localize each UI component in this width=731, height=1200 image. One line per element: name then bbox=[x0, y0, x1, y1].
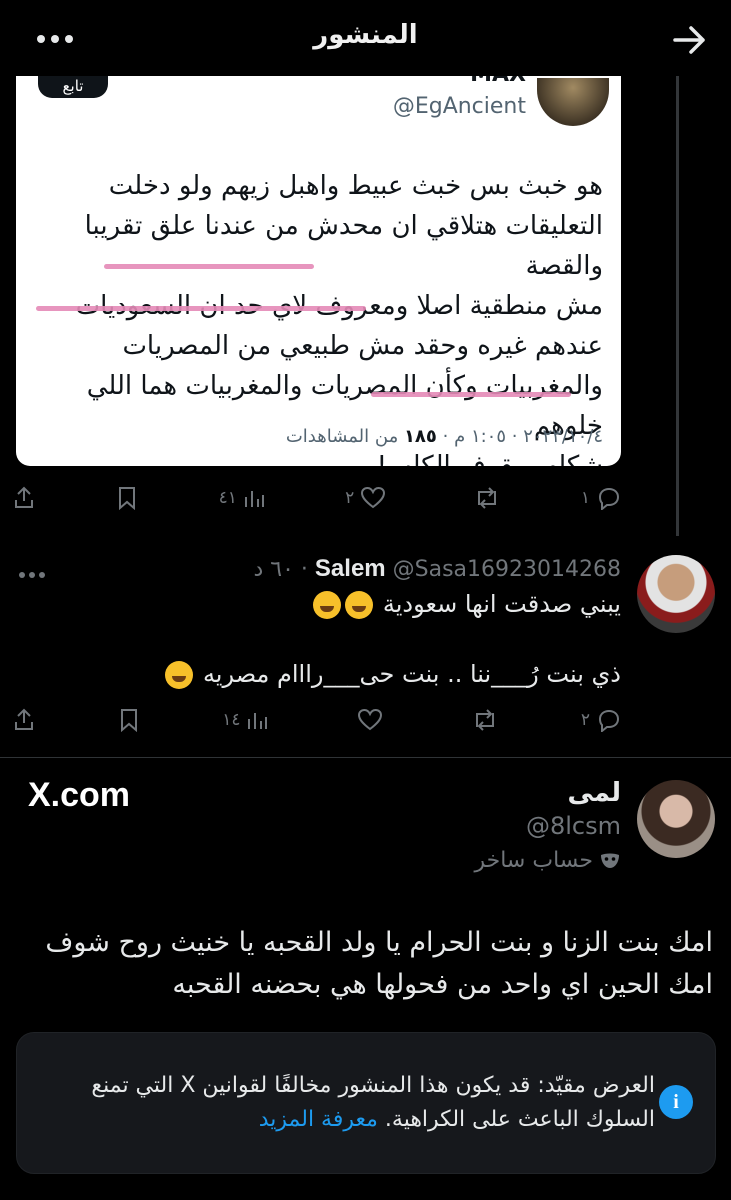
comment-icon bbox=[598, 709, 619, 732]
reply-line-2: ذي بنت رُ___ننا .. بنت حى___رااام مصريه bbox=[163, 660, 621, 689]
embedded-tweet-image[interactable]: تابع MAX @EgAncient هو خبث بس خبث عبيط و… bbox=[16, 76, 621, 466]
views-chart-icon bbox=[244, 491, 264, 507]
embedded-author-name: MAX bbox=[470, 76, 526, 87]
xcom-watermark: X.com bbox=[28, 776, 131, 814]
comment-icon bbox=[598, 487, 619, 510]
top-bar: المنشور bbox=[0, 0, 731, 76]
heart-icon bbox=[357, 708, 382, 731]
embedded-views-count: ١٨٥ bbox=[403, 426, 437, 447]
reply-button[interactable]: ١ bbox=[581, 486, 622, 510]
reply-handle-time: @Sasa16923014268 · ٦٠ د bbox=[253, 557, 622, 582]
follow-button[interactable]: تابع bbox=[38, 76, 108, 98]
like-button[interactable] bbox=[351, 708, 383, 732]
quoted-line: امك بنت الزنا و بنت الحرام يا ولد القحبه… bbox=[45, 927, 713, 958]
share-icon bbox=[15, 708, 33, 730]
share-icon bbox=[15, 486, 33, 508]
repost-button[interactable] bbox=[465, 709, 499, 731]
views-count: ٤١ bbox=[218, 488, 237, 508]
page-title: المنشور bbox=[313, 20, 418, 50]
highlight-underline bbox=[104, 264, 314, 269]
arrow-right-icon bbox=[673, 26, 705, 54]
reply-line-1: يبني صدقت انها سعودية bbox=[311, 590, 621, 619]
quoted-author-name[interactable]: لمى bbox=[568, 778, 622, 808]
parody-label-text: حساب ساخر bbox=[474, 848, 593, 873]
views-button[interactable]: ١٤ bbox=[222, 709, 268, 731]
reply-author-name[interactable]: Salem bbox=[315, 555, 386, 582]
repost-icon bbox=[477, 487, 496, 509]
thread-connector-line bbox=[676, 76, 679, 536]
quoted-post-text: امك بنت الزنا و بنت الحرام يا ولد القحبه… bbox=[13, 922, 713, 1006]
views-chart-icon bbox=[248, 713, 268, 729]
repost-button[interactable] bbox=[467, 487, 501, 509]
bookmark-button[interactable] bbox=[116, 486, 138, 510]
reply-avatar[interactable] bbox=[637, 555, 715, 633]
highlight-underline bbox=[36, 306, 366, 311]
bookmark-button[interactable] bbox=[118, 708, 140, 732]
embedded-avatar bbox=[537, 78, 609, 126]
replies-count: ٢ bbox=[580, 710, 590, 730]
reply-line-1-text: يبني صدقت انها سعودية bbox=[382, 590, 621, 618]
likes-count: ٢ bbox=[345, 488, 355, 508]
replies-count: ١ bbox=[580, 488, 590, 508]
embedded-tweet-text: هو خبث بس خبث عبيط واهبل زيهم ولو دخلت ا… bbox=[23, 166, 603, 466]
parody-label: حساب ساخر bbox=[474, 848, 621, 873]
share-button[interactable] bbox=[12, 486, 36, 510]
quoted-line: امك الحين اي واحد من فحولها هي بحضنه الق… bbox=[172, 969, 713, 1000]
embedded-line: هو خبث بس خبث عبيط واهبل زيهم ولو دخلت bbox=[108, 171, 603, 201]
quoted-author-handle: @8lcsm bbox=[525, 812, 621, 840]
reply-header: Salem @Sasa16923014268 · ٦٠ د bbox=[254, 555, 622, 583]
learn-more-link[interactable]: معرفة المزيد bbox=[259, 1107, 378, 1132]
embedded-line: عندهم غيره وحقد مش طبيعي من المصريات bbox=[122, 331, 603, 361]
reply-button[interactable]: ٢ bbox=[581, 708, 622, 732]
rofl-emoji-icon bbox=[165, 661, 194, 689]
rofl-emoji-icon bbox=[345, 591, 374, 619]
highlight-underline bbox=[371, 392, 571, 397]
like-button[interactable]: ٢ bbox=[345, 486, 386, 510]
divider bbox=[0, 757, 731, 758]
quoted-avatar[interactable] bbox=[637, 780, 715, 858]
reply-line-2-text: ذي بنت رُ___ننا .. بنت حى___رااام مصريه bbox=[202, 660, 621, 688]
info-icon[interactable]: i bbox=[659, 1085, 693, 1119]
heart-icon bbox=[361, 486, 386, 509]
reply-more-button[interactable] bbox=[18, 564, 46, 583]
share-button[interactable] bbox=[12, 708, 36, 732]
more-horizontal-icon bbox=[19, 572, 45, 578]
bookmark-icon bbox=[121, 709, 138, 732]
restriction-notice: i العرض مقيّد: قد يكون هذا المنشور مخالف… bbox=[16, 1032, 716, 1174]
views-count: ١٤ bbox=[222, 710, 241, 730]
views-button[interactable]: ٤١ bbox=[219, 487, 265, 509]
embedded-meta: ٢٠٢٣/١٠/٤ · ١:٠٥ م · ١٨٥ من المشاهدات bbox=[286, 426, 603, 447]
reply-action-bar: ١٤ ٢ bbox=[12, 700, 622, 740]
embedded-line: شكلهم يقرف الكلب! bbox=[376, 451, 603, 466]
embedded-timestamp: ٢٠٢٣/١٠/٤ · ١:٠٥ م · bbox=[436, 426, 603, 447]
bookmark-icon bbox=[119, 487, 136, 510]
back-button[interactable] bbox=[668, 20, 712, 60]
mask-icon bbox=[601, 853, 619, 868]
embedded-line: التعليقات هتلاقي ان محدش من عندنا علق تق… bbox=[84, 211, 603, 281]
rofl-emoji-icon bbox=[313, 591, 342, 619]
main-action-bar: ٤١ ٢ ١ bbox=[12, 478, 622, 518]
notice-text: العرض مقيّد: قد يكون هذا المنشور مخالفًا… bbox=[75, 1069, 655, 1137]
repost-icon bbox=[475, 709, 494, 731]
embedded-author-handle: @EgAncient bbox=[392, 94, 526, 119]
embedded-views-label: من المشاهدات bbox=[285, 426, 404, 447]
